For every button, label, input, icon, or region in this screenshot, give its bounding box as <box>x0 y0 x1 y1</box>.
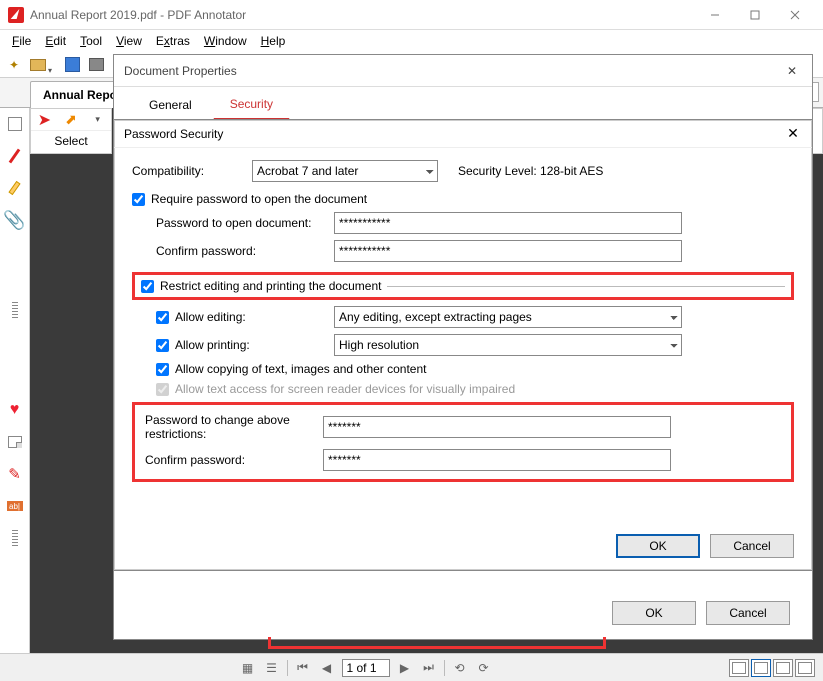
restrictions-password-highlight: Password to change above restrictions: C… <box>132 402 794 482</box>
view-continuous-button[interactable] <box>751 659 771 677</box>
attachment-tool-icon[interactable]: 📎 <box>3 208 27 232</box>
change-password-label: Password to change above restrictions: <box>145 413 323 441</box>
docprops-cancel-button[interactable]: Cancel <box>706 601 790 625</box>
menu-tool[interactable]: Tool <box>74 32 108 50</box>
change-password-input[interactable] <box>323 416 671 438</box>
open-password-label: Password to open document: <box>132 216 334 230</box>
title-bar: Annual Report 2019.pdf - PDF Annotator <box>0 0 823 30</box>
menu-window[interactable]: Window <box>198 32 253 50</box>
require-open-password-input[interactable] <box>132 193 145 206</box>
first-page-button[interactable]: ⏮ <box>294 659 312 677</box>
status-icon[interactable]: ▦ <box>239 659 257 677</box>
dialog-close-button[interactable]: ✕ <box>782 61 802 81</box>
edit-tool-icon[interactable]: ✎ <box>3 462 27 486</box>
fieldset-rule <box>387 286 785 287</box>
docprops-ok-button[interactable]: OK <box>612 601 696 625</box>
view-two-continuous-button[interactable] <box>795 659 815 677</box>
menu-view[interactable]: View <box>110 32 148 50</box>
prev-page-button[interactable]: ◀ <box>318 659 336 677</box>
allow-printing-input[interactable] <box>156 339 169 352</box>
menu-help[interactable]: Help <box>255 32 292 50</box>
view-mode-buttons <box>729 659 815 677</box>
grip-icon[interactable] <box>3 526 27 550</box>
select-arrow-icon[interactable]: ➤ <box>31 109 58 130</box>
new-document-button[interactable] <box>4 55 24 75</box>
window-title: Annual Report 2019.pdf - PDF Annotator <box>30 8 695 22</box>
allow-screenreader-checkbox: Allow text access for screen reader devi… <box>132 382 794 396</box>
favorite-tool-icon[interactable]: ♥ <box>3 398 27 422</box>
status-bar: ▦ ☰ ⏮ ◀ 1 of 1 ▶ ⏭ ⟲ ⟳ <box>0 653 823 681</box>
select-tool-panel: ➤ ⬈ ▾ Select <box>30 108 112 154</box>
menu-edit[interactable]: Edit <box>39 32 72 50</box>
checkbox-tool-icon[interactable] <box>3 112 27 136</box>
minimize-button[interactable] <box>695 4 735 26</box>
change-confirm-input[interactable] <box>323 449 671 471</box>
menu-extras[interactable]: Extras <box>150 32 196 50</box>
highlight-remnant <box>268 637 606 649</box>
password-security-close-button[interactable]: ✕ <box>784 125 802 143</box>
password-security-title: Password Security <box>124 127 784 141</box>
left-toolbar: 📎 ♥ ✎ ab| <box>0 108 30 653</box>
allow-screenreader-input <box>156 383 169 396</box>
select-dropdown-icon[interactable]: ▾ <box>84 109 111 130</box>
close-button[interactable] <box>775 4 815 26</box>
allow-printing-checkbox[interactable]: Allow printing: <box>132 338 334 352</box>
allow-editing-checkbox[interactable]: Allow editing: <box>132 310 334 324</box>
password-security-dialog: Password Security ✕ Compatibility: Acrob… <box>113 119 813 571</box>
pen-tool-icon[interactable] <box>3 144 27 168</box>
form-field-tool-icon[interactable]: ab| <box>3 494 27 518</box>
open-password-input[interactable] <box>334 212 682 234</box>
last-page-button[interactable]: ⏭ <box>420 659 438 677</box>
grip-icon[interactable] <box>3 298 27 322</box>
select-tool-label: Select <box>31 131 111 151</box>
password-cancel-button[interactable]: Cancel <box>710 534 794 558</box>
open-confirm-input[interactable] <box>334 240 682 262</box>
menu-bar: File Edit Tool View Extras Window Help <box>0 30 823 52</box>
restrict-section-highlight: Restrict editing and printing the docume… <box>132 272 794 300</box>
allow-copying-checkbox[interactable]: Allow copying of text, images and other … <box>132 362 794 376</box>
view-two-page-button[interactable] <box>773 659 793 677</box>
change-confirm-label: Confirm password: <box>145 453 323 467</box>
page-number-field[interactable]: 1 of 1 <box>342 659 390 677</box>
compatibility-label: Compatibility: <box>132 164 252 178</box>
open-confirm-label: Confirm password: <box>132 244 334 258</box>
tab-security[interactable]: Security <box>213 89 290 120</box>
back-button[interactable]: ⟲ <box>451 659 469 677</box>
next-page-button[interactable]: ▶ <box>396 659 414 677</box>
app-icon <box>8 7 24 23</box>
restrict-editing-input[interactable] <box>141 280 154 293</box>
menu-file[interactable]: File <box>6 32 37 50</box>
password-ok-button[interactable]: OK <box>616 534 700 558</box>
maximize-button[interactable] <box>735 4 775 26</box>
select-lasso-icon[interactable]: ⬈ <box>58 109 85 130</box>
save-button[interactable] <box>62 55 82 75</box>
allow-printing-select[interactable]: High resolution <box>334 334 682 356</box>
note-tool-icon[interactable] <box>3 430 27 454</box>
restrict-editing-checkbox[interactable]: Restrict editing and printing the docume… <box>141 279 381 293</box>
allow-copying-input[interactable] <box>156 363 169 376</box>
allow-editing-select[interactable]: Any editing, except extracting pages <box>334 306 682 328</box>
security-level-label: Security Level: 128-bit AES <box>458 164 603 178</box>
view-single-button[interactable] <box>729 659 749 677</box>
highlighter-tool-icon[interactable] <box>3 176 27 200</box>
compatibility-select[interactable]: Acrobat 7 and later <box>252 160 438 182</box>
dialog-title: Document Properties <box>124 64 782 78</box>
status-icon[interactable]: ☰ <box>263 659 281 677</box>
forward-button[interactable]: ⟳ <box>475 659 493 677</box>
print-button[interactable] <box>86 55 106 75</box>
allow-editing-input[interactable] <box>156 311 169 324</box>
open-document-button[interactable] <box>28 55 48 75</box>
tab-general[interactable]: General <box>132 90 209 120</box>
require-open-password-checkbox[interactable]: Require password to open the document <box>132 192 794 206</box>
